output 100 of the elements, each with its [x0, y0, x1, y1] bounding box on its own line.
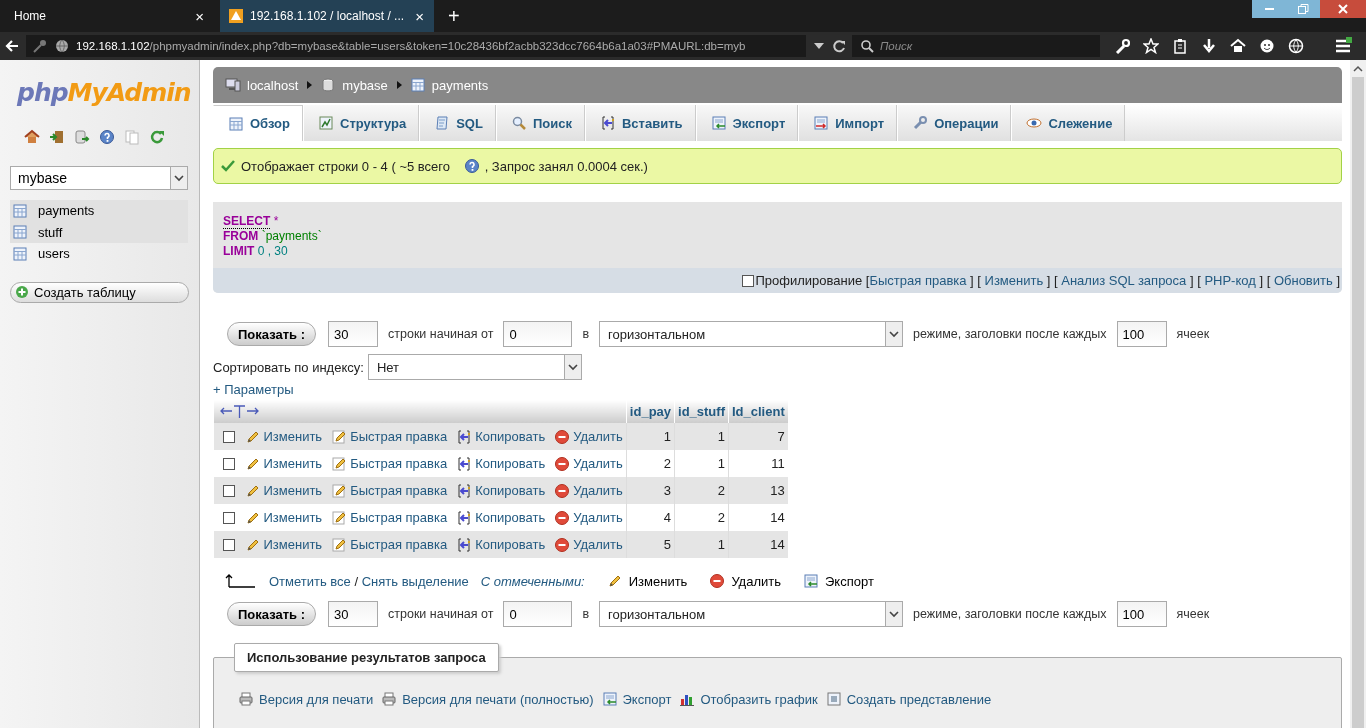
row-action-link[interactable]: Быстрая правка — [331, 455, 448, 472]
row-action-link[interactable]: Быстрая правка — [331, 428, 448, 445]
tab[interactable]: Поиск — [495, 105, 585, 141]
refresh-icon[interactable] — [149, 129, 165, 145]
query-result-link[interactable]: Экспорт — [601, 691, 672, 707]
bracket: ] [ — [969, 273, 982, 288]
reload-icon[interactable] — [832, 39, 846, 53]
row-action-link[interactable]: Копировать — [456, 482, 546, 499]
column-header[interactable]: Id_client — [728, 400, 788, 423]
search-field[interactable]: Поиск — [852, 35, 1100, 57]
repeat-headers-input[interactable]: 100 — [1116, 601, 1167, 627]
breadcrumb-link[interactable]: payments — [409, 77, 489, 93]
row-checkbox[interactable] — [222, 457, 235, 470]
show-button[interactable]: Показать : — [227, 322, 316, 346]
row-action-link[interactable]: Копировать — [456, 509, 546, 526]
database-select[interactable]: mybase — [10, 166, 188, 190]
help-icon[interactable] — [463, 158, 480, 174]
database-arrow-icon[interactable] — [74, 129, 90, 145]
globe-icon[interactable] — [1288, 38, 1304, 54]
row-action-link[interactable]: Изменить — [244, 455, 323, 472]
sql-line: FROM `payments` — [223, 229, 323, 244]
home-icon[interactable] — [1230, 38, 1246, 54]
row-checkbox[interactable] — [222, 484, 235, 497]
row-action-link[interactable]: Удалить — [554, 428, 623, 445]
bulk-action-button[interactable]: Экспорт — [803, 573, 874, 589]
row-action-link[interactable]: Быстрая правка — [331, 509, 448, 526]
sql-action-link[interactable]: Обновить — [1273, 273, 1333, 288]
show-button[interactable]: Показать : — [227, 602, 316, 626]
tab[interactable]: Операции — [897, 105, 1012, 141]
sql-action-link[interactable]: PHP-код — [1204, 273, 1256, 288]
tab[interactable]: Вставить — [584, 105, 696, 141]
query-result-link[interactable]: Версия для печати — [238, 691, 374, 707]
row-action-link[interactable]: Изменить — [244, 428, 323, 445]
menu-icon[interactable] — [1334, 37, 1352, 55]
sql-action-link[interactable]: Анализ SQL запроса — [1061, 273, 1187, 288]
row-action-link[interactable]: Быстрая правка — [331, 482, 448, 499]
start-row-input[interactable]: 0 — [503, 601, 573, 627]
clipboard-icon[interactable] — [1172, 38, 1188, 54]
row-action-link[interactable]: Копировать — [456, 428, 546, 445]
phpmyadmin-logo[interactable]: phpMyAdmin — [0, 60, 199, 107]
exit-door-icon[interactable] — [49, 129, 65, 145]
rows-input[interactable]: 30 — [328, 321, 378, 347]
address-field[interactable]: 192.168.1.102/phpmyadmin/index.php?db=mybase&table=users&token=10c28436bf2acbb323dcc7664b6a1a03#PMAURL:db=myb — [26, 35, 806, 57]
row-action-link[interactable]: Удалить — [554, 536, 623, 553]
row-action-link[interactable]: Изменить — [244, 536, 323, 553]
help-icon[interactable] — [99, 129, 115, 145]
tab[interactable]: Структура — [303, 105, 420, 141]
browser-tab[interactable]: 192.168.1.102 / localhost / ... × — [220, 0, 434, 32]
bulk-action-button[interactable]: Изменить — [606, 573, 688, 589]
star-icon[interactable] — [1143, 38, 1159, 54]
smiley-icon[interactable] — [1259, 38, 1275, 54]
bulk-action-button[interactable]: Удалить — [709, 573, 781, 589]
tab[interactable]: Обзор — [213, 105, 303, 141]
query-result-link[interactable]: Версия для печати (полностью) — [381, 691, 594, 707]
column-header[interactable]: id_pay — [626, 400, 675, 423]
close-tab-button[interactable]: × — [195, 7, 204, 25]
rows-input[interactable]: 30 — [328, 601, 378, 627]
tab[interactable]: Экспорт — [695, 105, 799, 141]
row-action-link[interactable]: Быстрая правка — [331, 536, 448, 553]
check-all-link[interactable]: Отметить все — [269, 573, 351, 589]
repeat-headers-input[interactable]: 100 — [1116, 321, 1167, 347]
row-action-link[interactable]: Копировать — [456, 455, 546, 472]
back-icon[interactable] — [4, 38, 20, 54]
query-result-link[interactable]: Отобразить график — [679, 691, 818, 707]
sort-select[interactable]: Нет — [367, 354, 582, 380]
column-header[interactable]: id_stuff — [674, 400, 729, 423]
scrollbar-thumb[interactable] — [1352, 77, 1364, 728]
row-checkbox[interactable] — [222, 538, 235, 551]
download-icon[interactable] — [1201, 38, 1217, 54]
uncheck-all-link[interactable]: Снять выделение — [361, 573, 469, 589]
row-checkbox[interactable] — [222, 511, 235, 524]
row-action-link[interactable]: Копировать — [456, 536, 546, 553]
row-action-link[interactable]: Изменить — [244, 509, 323, 526]
scroll-up-icon[interactable] — [1352, 63, 1364, 74]
profiling-checkbox[interactable] — [742, 274, 755, 287]
table-list-item[interactable]: stuff — [10, 221, 188, 243]
mode-select[interactable]: горизонтальном — [599, 601, 904, 627]
table-list-item[interactable]: users — [10, 243, 188, 265]
new-tab-button[interactable]: + — [440, 4, 468, 28]
breadcrumb-link[interactable]: localhost — [225, 77, 299, 93]
tab[interactable]: Слежение — [1011, 105, 1126, 141]
row-action-link[interactable]: Удалить — [554, 455, 623, 472]
query-result-link[interactable]: Создать представление — [825, 691, 992, 707]
row-checkbox[interactable] — [222, 430, 235, 443]
row-action-link[interactable]: Изменить — [244, 482, 323, 499]
tab[interactable]: Импорт — [798, 105, 898, 141]
table-list-item[interactable]: payments — [10, 200, 188, 222]
row-action-link[interactable]: Удалить — [554, 482, 623, 499]
wrench-icon[interactable] — [1114, 38, 1130, 54]
options-link[interactable]: + Параметры — [213, 382, 1342, 398]
sql-action-link[interactable]: Быстрая правка — [869, 273, 967, 288]
sql-action-link[interactable]: Изменить — [984, 273, 1044, 288]
tab[interactable]: SQL — [419, 105, 496, 141]
create-table-button[interactable]: Создать таблицу — [10, 281, 189, 303]
close-window-button[interactable] — [1320, 0, 1366, 18]
breadcrumb-link[interactable]: mybase — [320, 77, 388, 93]
row-action-link[interactable]: Удалить — [554, 509, 623, 526]
mode-select[interactable]: горизонтальном — [599, 321, 904, 347]
start-row-input[interactable]: 0 — [503, 321, 573, 347]
close-tab-button[interactable]: × — [415, 7, 424, 25]
